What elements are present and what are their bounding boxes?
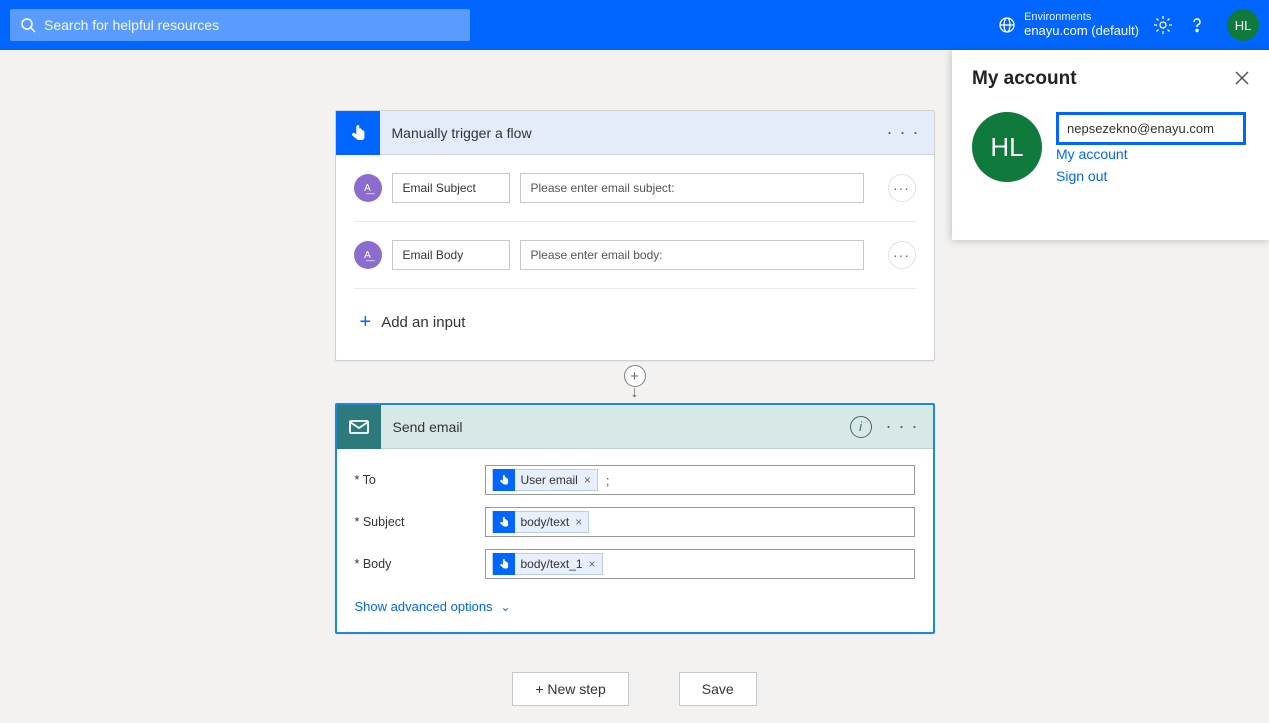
token-label: body/text <box>521 515 570 529</box>
add-input-label: Add an input <box>381 314 465 331</box>
trigger-icon-tile <box>336 111 380 155</box>
trigger-input-row: A͟ Email Subject Please enter email subj… <box>354 155 916 222</box>
environment-selector[interactable]: Environments enayu.com (default) <box>998 11 1139 39</box>
settings-button[interactable] <box>1153 15 1173 35</box>
top-header: Environments enayu.com (default) HL <box>0 0 1269 50</box>
input-placeholder-box[interactable]: Please enter email body: <box>520 240 864 270</box>
pointer-icon <box>493 553 515 575</box>
footer-buttons: + New step Save <box>335 672 935 706</box>
dynamic-token[interactable]: body/text_1 × <box>492 553 603 575</box>
field-label: * Subject <box>355 515 485 529</box>
pointer-icon <box>347 122 369 144</box>
pointer-icon <box>493 469 515 491</box>
dynamic-token[interactable]: body/text × <box>492 511 590 533</box>
dynamic-token[interactable]: User email × <box>492 469 598 491</box>
token-remove[interactable]: × <box>589 557 596 571</box>
action-icon-tile <box>337 405 381 449</box>
field-label: * To <box>355 473 485 487</box>
save-button[interactable]: Save <box>679 672 757 706</box>
new-step-button[interactable]: + New step <box>512 672 628 706</box>
trigger-input-row: A͟ Email Body Please enter email body: ·… <box>354 222 916 289</box>
trigger-card[interactable]: Manually trigger a flow · · · A͟ Email S… <box>335 110 935 361</box>
close-icon <box>1235 71 1249 85</box>
sign-out-link[interactable]: Sign out <box>1056 168 1128 184</box>
account-panel: My account HL nepsezekno@enayu.com My ac… <box>952 50 1269 240</box>
field-subject-row: * Subject body/text × <box>355 501 915 543</box>
to-suffix: ; <box>606 473 610 488</box>
token-remove[interactable]: × <box>575 515 582 529</box>
gear-icon <box>1153 15 1173 35</box>
input-placeholder-box[interactable]: Please enter email subject: <box>520 173 864 203</box>
arrow-down-icon: ↓ <box>631 385 639 401</box>
to-input[interactable]: User email × ; <box>485 465 915 495</box>
chevron-down-icon: ⌄ <box>501 600 511 614</box>
advanced-label: Show advanced options <box>355 599 493 614</box>
account-panel-title: My account <box>972 68 1077 90</box>
environment-label: Environments <box>1024 11 1139 24</box>
pointer-icon <box>493 511 515 533</box>
text-type-icon: A͟ <box>354 241 382 269</box>
action-title: Send email <box>393 419 463 435</box>
account-avatar: HL <box>972 112 1042 182</box>
field-body-row: * Body body/text_1 × <box>355 543 915 585</box>
trigger-title: Manually trigger a flow <box>392 125 532 141</box>
mail-icon <box>347 415 371 439</box>
search-box[interactable] <box>10 9 470 41</box>
search-icon <box>20 17 36 33</box>
trigger-card-header[interactable]: Manually trigger a flow · · · <box>336 111 934 155</box>
text-type-icon: A͟ <box>354 174 382 202</box>
info-button[interactable]: i <box>850 416 872 438</box>
search-input[interactable] <box>44 17 460 33</box>
user-avatar[interactable]: HL <box>1227 9 1259 41</box>
action-card[interactable]: Send email i · · · * To User email × ; <box>335 403 935 634</box>
input-label-box[interactable]: Email Subject <box>392 173 510 203</box>
input-row-menu[interactable]: ··· <box>888 241 916 269</box>
plus-icon: + <box>360 311 372 334</box>
environment-name: enayu.com (default) <box>1024 24 1139 39</box>
add-input-button[interactable]: + Add an input <box>354 289 916 360</box>
token-label: body/text_1 <box>521 557 583 571</box>
field-label: * Body <box>355 557 485 571</box>
field-to-row: * To User email × ; <box>355 459 915 501</box>
token-label: User email <box>521 473 578 487</box>
globe-icon <box>998 16 1016 34</box>
my-account-link[interactable]: My account <box>1056 146 1128 162</box>
help-button[interactable] <box>1187 15 1207 35</box>
close-button[interactable] <box>1235 69 1249 90</box>
input-label-box[interactable]: Email Body <box>392 240 510 270</box>
body-input[interactable]: body/text_1 × <box>485 549 915 579</box>
input-row-menu[interactable]: ··· <box>888 174 916 202</box>
action-card-header[interactable]: Send email i · · · <box>337 405 933 449</box>
subject-input[interactable]: body/text × <box>485 507 915 537</box>
connector: + ↓ <box>335 361 935 403</box>
show-advanced-options[interactable]: Show advanced options ⌄ <box>355 585 915 632</box>
help-icon <box>1187 15 1207 35</box>
account-email[interactable]: nepsezekno@enayu.com <box>1056 112 1246 145</box>
token-remove[interactable]: × <box>584 473 591 487</box>
action-menu-button[interactable]: · · · <box>886 416 919 437</box>
trigger-menu-button[interactable]: · · · <box>887 122 920 143</box>
